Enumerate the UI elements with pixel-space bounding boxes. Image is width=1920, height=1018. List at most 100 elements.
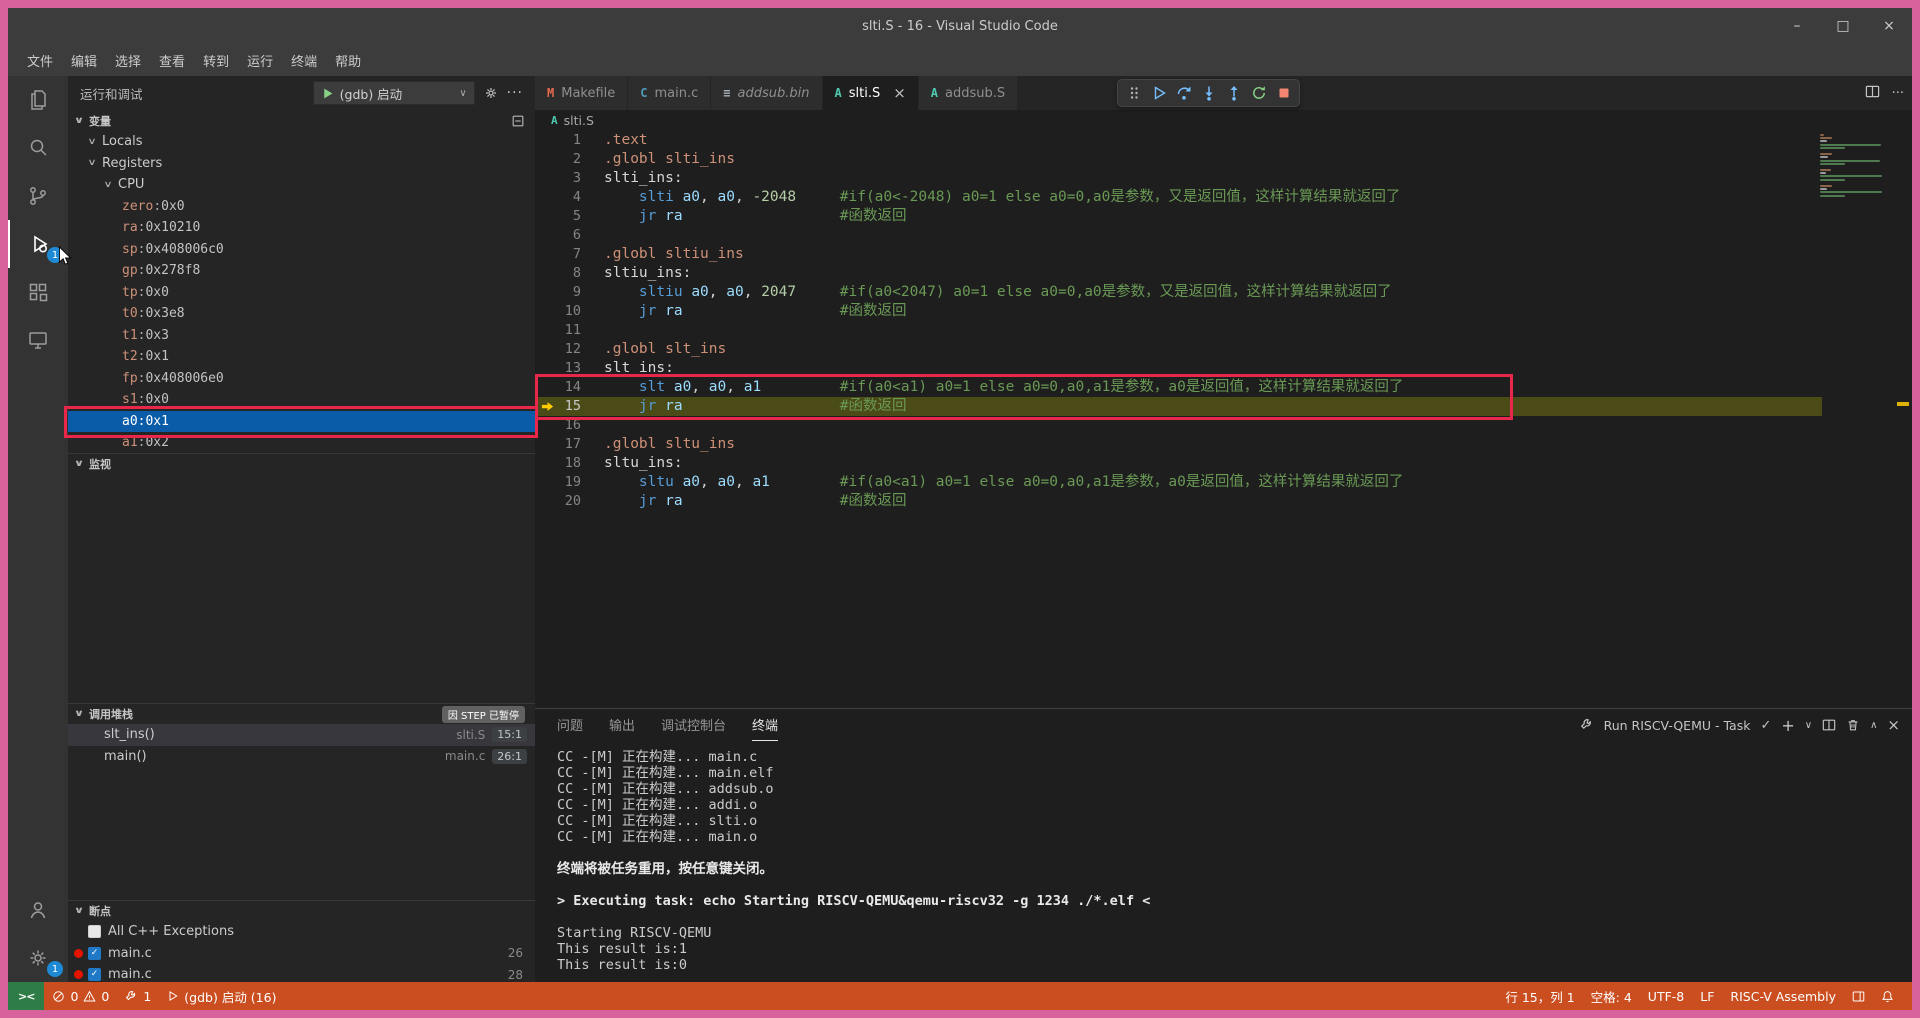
more-actions-icon[interactable]: ···	[1892, 86, 1904, 101]
split-editor-icon[interactable]	[1865, 84, 1880, 103]
breakpoint-margin[interactable]	[535, 416, 561, 435]
code-line-13[interactable]: 13 slt_ins:	[535, 359, 1822, 378]
breakpoint-margin[interactable]	[535, 340, 561, 359]
code-line-1[interactable]: 1 .text	[535, 131, 1822, 150]
breakpoint-margin[interactable]	[535, 302, 561, 321]
debug-current-line-arrow[interactable]	[535, 397, 561, 416]
collapse-all-icon[interactable]	[511, 114, 525, 128]
debug-session-indicator[interactable]: (gdb) 启动 (16)	[159, 982, 284, 1010]
bell-icon[interactable]	[1873, 982, 1902, 1010]
stack-frame-main()[interactable]: main() main.c 26:1	[68, 746, 535, 768]
code-line-9[interactable]: 9 sltiu a0, a0, 2047 #if(a0<2047) a0=1 e…	[535, 283, 1822, 302]
overview-ruler[interactable]	[1895, 131, 1912, 708]
breakpoint-margin[interactable]	[535, 435, 561, 454]
breakpoint-margin[interactable]	[535, 169, 561, 188]
code-line-17[interactable]: 17 .globl sltu_ins	[535, 435, 1822, 454]
remote-indicator[interactable]: ><	[8, 982, 45, 1010]
minimap[interactable]	[1820, 134, 1893, 198]
menu-item-帮助[interactable]: 帮助	[326, 48, 370, 73]
running-tasks-indicator[interactable]: 1	[117, 982, 159, 1010]
menu-item-文件[interactable]: 文件	[18, 48, 62, 73]
code-line-10[interactable]: 10 jr ra #函数返回	[535, 302, 1822, 321]
register-t1[interactable]: t1: 0x3	[68, 325, 535, 347]
launch-config-dropdown[interactable]: (gdb) 启动 ∨	[312, 81, 475, 105]
eol-setting[interactable]: LF	[1692, 982, 1722, 1010]
explorer-icon[interactable]	[8, 76, 68, 124]
code-line-15[interactable]: 15 jr ra #函数返回	[535, 397, 1822, 416]
breakpoint-margin[interactable]	[535, 207, 561, 226]
search-icon[interactable]	[8, 124, 68, 172]
tab-addsub.S[interactable]: Aaddsub.S	[918, 76, 1019, 110]
register-sp[interactable]: sp: 0x408006c0	[68, 239, 535, 261]
menu-item-选择[interactable]: 选择	[106, 48, 150, 73]
step-over-button[interactable]	[1171, 80, 1196, 106]
breakpoint-margin[interactable]	[535, 131, 561, 150]
remote-explorer-icon[interactable]	[8, 316, 68, 364]
register-ra[interactable]: ra: 0x10210	[68, 217, 535, 239]
start-debug-icon[interactable]	[321, 87, 334, 100]
breakpoints-section-header[interactable]: ∨ 断点	[68, 900, 535, 921]
code-line-7[interactable]: 7 .globl sltiu_ins	[535, 245, 1822, 264]
code-line-12[interactable]: 12 .globl slt_ins	[535, 340, 1822, 359]
register-s1[interactable]: s1: 0x0	[68, 389, 535, 411]
source-control-icon[interactable]	[8, 172, 68, 220]
close-panel-icon[interactable]: ×	[1887, 716, 1900, 734]
breakpoint-margin[interactable]	[535, 492, 561, 511]
tab-main.c[interactable]: Cmain.c	[628, 76, 712, 110]
breakpoint-main.c[interactable]: ✓ main.c 28	[68, 964, 535, 982]
breakpoint-margin[interactable]	[535, 454, 561, 473]
breakpoint-margin[interactable]	[535, 359, 561, 378]
stack-frame-slt_ins()[interactable]: slt_ins() slti.S 15:1	[68, 724, 535, 746]
maximize-button[interactable]: □	[1820, 8, 1866, 44]
account-icon[interactable]	[8, 886, 68, 934]
code-line-2[interactable]: 2 .globl slti_ins	[535, 150, 1822, 169]
code-line-14[interactable]: 14 slt a0, a0, a1 #if(a0<a1) a0=1 else a…	[535, 378, 1822, 397]
language-mode[interactable]: RISC-V Assembly	[1722, 982, 1844, 1010]
breakpoint-checkbox[interactable]	[88, 925, 101, 939]
register-t0[interactable]: t0: 0x3e8	[68, 303, 535, 325]
breadcrumb[interactable]: A slti.S	[535, 110, 1912, 131]
breakpoint-main.c[interactable]: ✓ main.c 26	[68, 943, 535, 965]
continue-button[interactable]	[1146, 80, 1171, 106]
panel-tab-问题[interactable]: 问题	[557, 709, 583, 741]
register-tp[interactable]: tp: 0x0	[68, 282, 535, 304]
maximize-panel-icon[interactable]: ∧	[1870, 720, 1877, 731]
menu-item-查看[interactable]: 查看	[150, 48, 194, 73]
layout-icon[interactable]	[1844, 982, 1873, 1010]
breakpoint-margin[interactable]	[535, 150, 561, 169]
menu-item-编辑[interactable]: 编辑	[62, 48, 106, 73]
code-line-4[interactable]: 4 slti a0, a0, -2048 #if(a0<-2048) a0=1 …	[535, 188, 1822, 207]
terminal-task-label[interactable]: Run RISCV-QEMU - Task	[1604, 718, 1751, 733]
variables-group-locals[interactable]: ∨ Locals	[68, 131, 535, 153]
breakpoint-checkbox[interactable]: ✓	[88, 946, 101, 960]
tab-Makefile[interactable]: M Makefile	[535, 76, 629, 110]
breakpoint-margin[interactable]	[535, 473, 561, 492]
breakpoint-margin[interactable]	[535, 378, 561, 397]
tab-close-icon[interactable]: ×	[893, 85, 906, 101]
menu-item-终端[interactable]: 终端	[282, 48, 326, 73]
code-editor[interactable]: 1 .text 2 .globl slti_ins 3 slti_ins: 4 slti a…	[535, 131, 1912, 708]
restart-button[interactable]	[1246, 80, 1271, 106]
register-a0[interactable]: a0: 0x1	[68, 410, 535, 432]
panel-tab-输出[interactable]: 输出	[609, 709, 635, 741]
extensions-icon[interactable]	[8, 268, 68, 316]
register-a1[interactable]: a1: 0x2	[68, 432, 535, 453]
panel-tab-调试控制台[interactable]: 调试控制台	[661, 709, 726, 741]
encoding-setting[interactable]: UTF-8	[1640, 982, 1692, 1010]
new-terminal-icon[interactable]: +	[1781, 716, 1794, 735]
gear-icon[interactable]	[483, 85, 499, 101]
watch-section-header[interactable]: ∨ 监视	[68, 453, 535, 474]
code-line-11[interactable]: 11	[535, 321, 1822, 340]
code-line-20[interactable]: 20 jr ra #函数返回	[535, 492, 1822, 511]
breakpoint-checkbox[interactable]: ✓	[88, 968, 101, 982]
code-line-16[interactable]: 16	[535, 416, 1822, 435]
tab-slti.S[interactable]: Aslti.S ×	[822, 76, 919, 110]
panel-tab-终端[interactable]: 终端	[752, 709, 779, 741]
indentation-setting[interactable]: 空格: 4	[1583, 982, 1640, 1010]
drag-handle-icon[interactable]	[1121, 80, 1146, 106]
breakpoint-margin[interactable]	[535, 321, 561, 340]
menu-item-转到[interactable]: 转到	[194, 48, 238, 73]
menu-item-运行[interactable]: 运行	[238, 48, 282, 73]
register-t2[interactable]: t2: 0x1	[68, 346, 535, 368]
terminal-output[interactable]: CC -[M] 正在构建... main.c CC -[M] 正在构建... ma…	[535, 741, 1912, 973]
